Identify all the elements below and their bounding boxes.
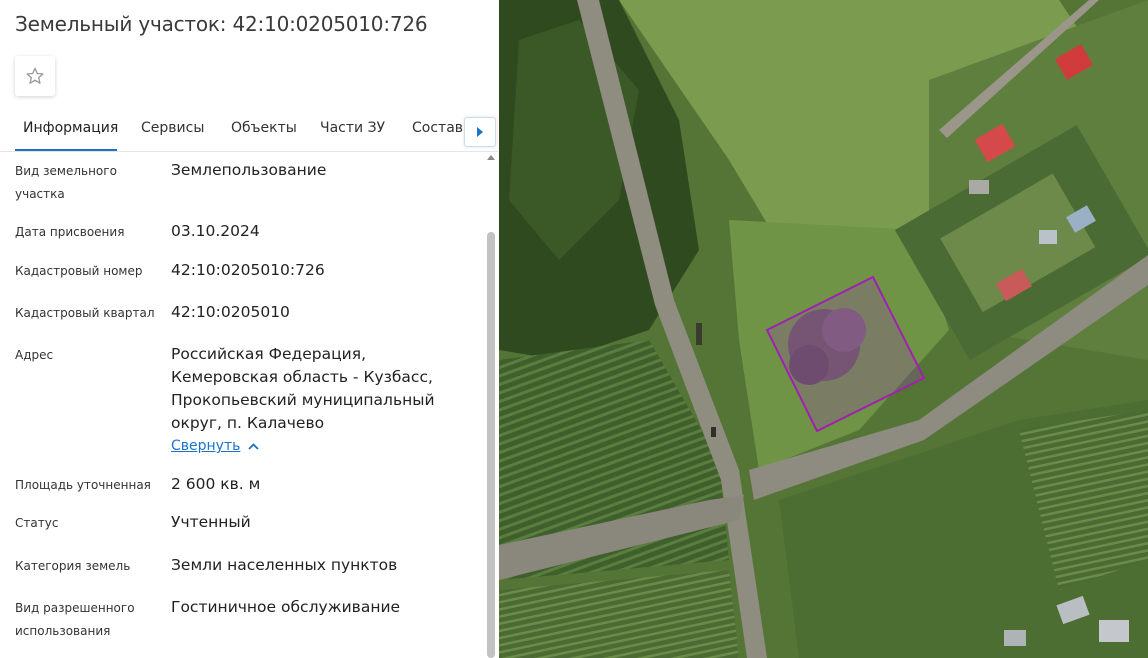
tabs-next-button[interactable] [464,117,496,147]
field-value-permitted-use: Гостиничное обслуживание [171,598,401,616]
caret-up-icon[interactable] [487,155,495,160]
satellite-imagery [499,0,1148,658]
scrollbar-thumb[interactable] [487,232,495,658]
star-outline-icon [26,67,44,84]
field-value-assign-date: 03.10.2024 [171,222,260,240]
field-label-permitted-use: Вид разрешенного использования [15,601,135,638]
tab-parcel-parts[interactable]: Части ЗУ [320,120,385,136]
info-panel: Земельный участок: 42:10:0205010:726 Инф… [0,0,498,658]
field-value-cadastral-quarter: 42:10:0205010 [171,303,290,321]
tab-composition[interactable]: Состав [412,120,463,136]
tab-services[interactable]: Сервисы [141,120,204,136]
field-value-status: Учтенный [171,513,251,531]
field-label-cadastral-number: Кадастровый номер [15,264,143,278]
field-label-area: Площадь уточненная [15,478,151,492]
collapse-link-label: Свернуть [171,438,241,454]
info-content: Вид земельного участка Землепользование … [0,152,484,658]
field-value-address: Российская Федерация, Кемеровская област… [171,345,435,432]
field-value-area: 2 600 кв. м [171,475,261,493]
caret-right-icon [477,127,483,137]
field-label-address: Адрес [15,348,54,362]
page-title: Земельный участок: 42:10:0205010:726 [15,12,428,36]
field-label-status: Статус [15,516,59,530]
field-value-cadastral-number: 42:10:0205010:726 [171,261,325,279]
field-value-parcel-type: Землепользование [171,161,327,179]
field-value-land-category: Земли населенных пунктов [171,556,398,574]
tab-information[interactable]: Информация [23,120,118,136]
tab-objects[interactable]: Объекты [231,120,297,136]
field-label-parcel-type: Вид земельного участка [15,164,117,201]
content-scrollbar[interactable] [484,152,498,658]
field-label-land-category: Категория земель [15,559,131,573]
favorite-button[interactable] [15,56,55,96]
satellite-map[interactable] [499,0,1148,658]
tab-bar: Информация Сервисы Объекты Части ЗУ Сост… [0,112,498,152]
collapse-address-link[interactable]: Свернуть [171,438,260,454]
active-tab-indicator [15,149,117,151]
chevron-up-icon [248,442,260,450]
field-label-cadastral-quarter: Кадастровый квартал [15,306,155,320]
field-label-assign-date: Дата присвоения [15,225,125,239]
